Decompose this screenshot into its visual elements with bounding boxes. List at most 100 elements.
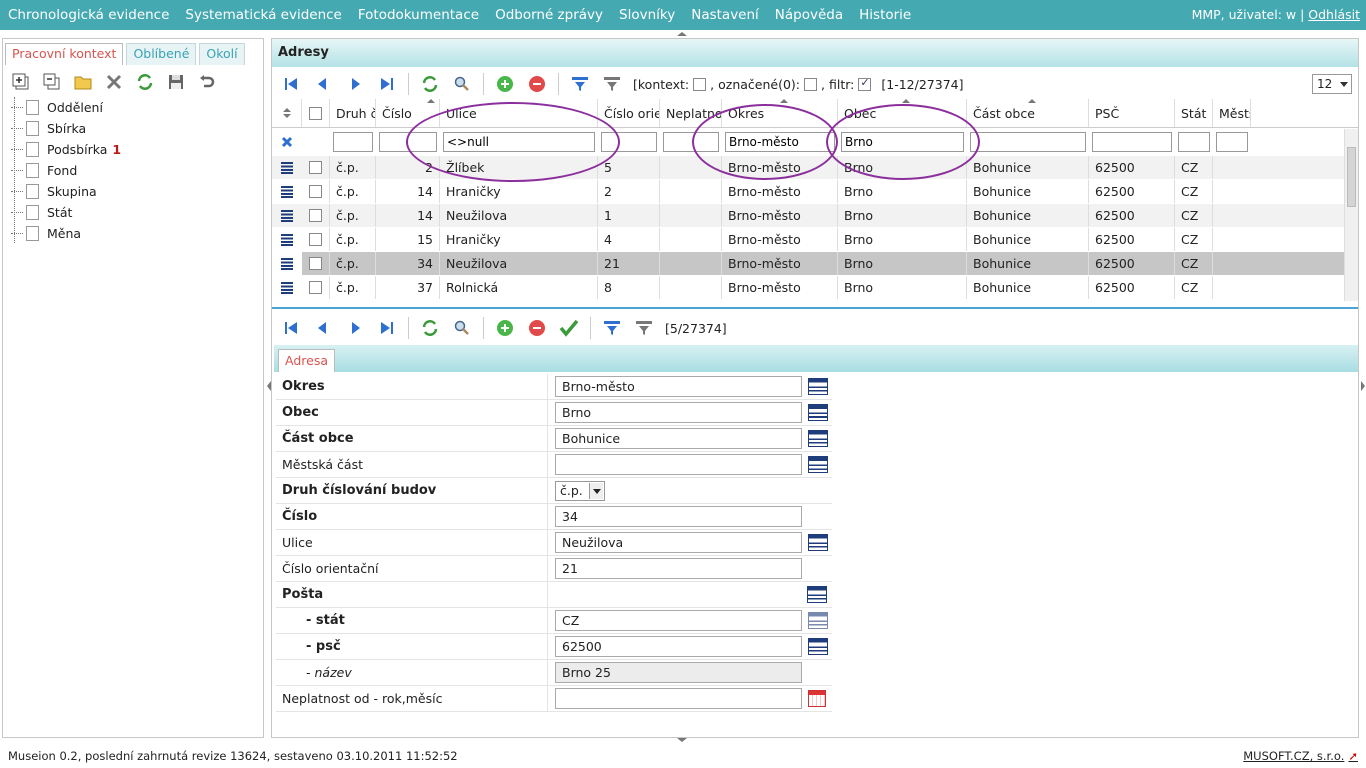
table-row[interactable]: č.p. 14 Hraničky 2 Brno-město Brno Bohun… [272, 180, 1358, 204]
oznacene-checkbox[interactable] [804, 77, 817, 91]
undo-icon[interactable] [196, 71, 218, 93]
table-row-selected[interactable]: č.p. 34 Neužilova 21 Brno-město Brno Boh… [272, 252, 1358, 276]
prev-record-icon[interactable] [312, 73, 334, 95]
tab-adresa[interactable]: Adresa [278, 349, 335, 372]
menu-napoveda[interactable]: Nápověda [767, 7, 851, 23]
select-all-checkbox[interactable] [302, 99, 330, 127]
okres-field[interactable]: Brno-město [555, 376, 802, 397]
scrollbar-thumb[interactable] [1347, 147, 1356, 207]
filter-clear-icon[interactable] [601, 73, 623, 95]
tree-node-sbirka[interactable]: Sbírka [11, 118, 121, 139]
kontext-checkbox[interactable] [693, 77, 707, 91]
col-obec[interactable]: Obec [838, 99, 967, 127]
clear-filter-icon[interactable] [272, 128, 302, 155]
filter-neplatnost-input[interactable] [663, 131, 719, 152]
next-record-icon[interactable] [344, 317, 366, 339]
confirm-check-icon[interactable] [558, 317, 580, 339]
filter-mestska-input[interactable] [1216, 131, 1248, 152]
menu-odborne-zpravy[interactable]: Odborné zprávy [487, 7, 611, 23]
row-checkbox[interactable] [302, 276, 330, 299]
menu-nastaveni[interactable]: Nastavení [683, 7, 767, 23]
menu-slovniky[interactable]: Slovníky [611, 7, 683, 23]
collapse-top-handle[interactable] [673, 31, 691, 37]
folder-icon[interactable] [72, 71, 94, 93]
filter-cast-input[interactable] [970, 131, 1086, 152]
col-stat[interactable]: Stát [1175, 99, 1213, 127]
table-row[interactable]: č.p. 37 Rolnická 8 Brno-město Brno Bohun… [272, 276, 1358, 299]
save-icon[interactable] [165, 71, 187, 93]
refresh-icon[interactable] [419, 317, 441, 339]
row-menu-icon[interactable] [272, 180, 302, 203]
col-mestska-cast[interactable]: Městs [1213, 99, 1251, 127]
tree-node-mena[interactable]: Měna [11, 223, 121, 244]
obec-field[interactable]: Brno [555, 402, 802, 423]
menu-systematicka-evidence[interactable]: Systematická evidence [177, 7, 349, 23]
search-icon[interactable] [451, 73, 473, 95]
lookup-list-icon[interactable] [808, 638, 828, 655]
col-psc[interactable]: PSČ [1089, 99, 1175, 127]
filter-clear-icon[interactable] [633, 317, 655, 339]
delete-record-icon[interactable] [526, 73, 548, 95]
col-neplatnost[interactable]: Neplatno [660, 99, 722, 127]
row-menu-icon[interactable] [272, 228, 302, 251]
list-detail-splitter[interactable] [272, 307, 1358, 310]
filter-icon[interactable] [569, 73, 591, 95]
col-cislo[interactable]: Číslo [376, 99, 440, 127]
lookup-list-icon[interactable] [808, 456, 828, 473]
table-row[interactable]: č.p. 15 Hraničky 4 Brno-město Brno Bohun… [272, 228, 1358, 252]
ulice-field[interactable]: Neužilova [555, 532, 802, 553]
filtr-checkbox[interactable] [858, 76, 872, 91]
row-checkbox[interactable] [302, 204, 330, 227]
collapse-bottom-handle[interactable] [673, 737, 691, 743]
filter-ulice-input[interactable] [443, 131, 595, 152]
tree-node-fond[interactable]: Fond [11, 160, 121, 181]
grid-scrollbar[interactable] [1344, 129, 1358, 301]
posta-stat-field[interactable]: CZ [555, 610, 802, 631]
filter-cislo-input[interactable] [379, 131, 437, 152]
last-record-icon[interactable] [376, 73, 398, 95]
first-record-icon[interactable] [280, 73, 302, 95]
collapse-left-arrow-icon[interactable] [266, 380, 272, 392]
add-node-icon[interactable] [10, 71, 32, 93]
tree-node-stat[interactable]: Stát [11, 202, 121, 223]
tab-pracovni-kontext[interactable]: Pracovní kontext [5, 43, 124, 65]
row-checkbox[interactable] [302, 180, 330, 203]
row-checkbox[interactable] [302, 252, 330, 275]
tree-node-skupina[interactable]: Skupina [11, 181, 121, 202]
filter-orient-input[interactable] [601, 131, 657, 152]
row-menu-icon[interactable] [272, 156, 302, 179]
delete-record-icon[interactable] [526, 317, 548, 339]
table-row[interactable]: č.p. 2 Žlíbek 5 Brno-město Brno Bohunice… [272, 156, 1358, 180]
lookup-list-icon[interactable] [808, 404, 828, 421]
lookup-list-icon[interactable] [808, 430, 828, 447]
tab-oblibene[interactable]: Oblíbené [126, 43, 197, 65]
lookup-list-icon[interactable] [808, 534, 828, 551]
filter-stat-input[interactable] [1178, 131, 1210, 152]
table-row[interactable]: č.p. 14 Neužilova 1 Brno-město Brno Bohu… [272, 204, 1358, 228]
collapse-right-arrow-icon[interactable] [1360, 380, 1366, 392]
filter-obec-input[interactable] [841, 131, 964, 152]
filter-icon[interactable] [601, 317, 623, 339]
cislo-field[interactable]: 34 [555, 506, 802, 527]
druh-cislovani-select[interactable]: č.p. [555, 480, 605, 501]
add-record-icon[interactable] [494, 317, 516, 339]
col-okres[interactable]: Okres [722, 99, 838, 127]
cast-obce-field[interactable]: Bohunice [555, 428, 802, 449]
sort-toggle-icon[interactable] [272, 99, 302, 127]
refresh-icon[interactable] [134, 71, 156, 93]
vendor-link[interactable]: MUSOFT.CZ, s.r.o. ➚ [1243, 749, 1358, 763]
cislo-orientacni-field[interactable]: 21 [555, 558, 802, 579]
row-checkbox[interactable] [302, 228, 330, 251]
copy-node-icon[interactable] [41, 71, 63, 93]
row-menu-icon[interactable] [272, 252, 302, 275]
lookup-list-icon[interactable] [807, 586, 827, 603]
lookup-list-icon[interactable] [808, 612, 828, 629]
menu-chronologicka-evidence[interactable]: Chronologická evidence [0, 7, 177, 23]
next-record-icon[interactable] [344, 73, 366, 95]
filter-druh-input[interactable] [333, 131, 373, 152]
filter-okres-input[interactable] [725, 131, 835, 152]
menu-historie[interactable]: Historie [851, 7, 919, 23]
mestska-cast-field[interactable] [555, 454, 802, 475]
page-size-select[interactable]: 12 [1312, 74, 1352, 94]
col-cast-obce[interactable]: Část obce [967, 99, 1089, 127]
